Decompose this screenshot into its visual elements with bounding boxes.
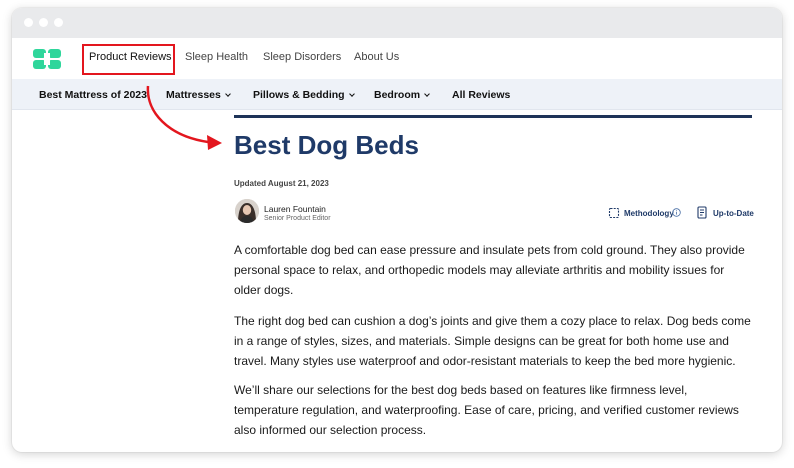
nav-sleep-health[interactable]: Sleep Health: [185, 51, 248, 63]
subnav-pillows-label: Pillows & Bedding: [253, 89, 345, 101]
updated-date: Updated August 21, 2023: [234, 179, 329, 188]
methodology-link[interactable]: Methodology: [624, 209, 674, 218]
article-paragraph-2: The right dog bed can cushion a dog’s jo…: [234, 314, 751, 368]
window-minimize-dot[interactable]: [39, 18, 48, 27]
methodology-icon: [608, 207, 620, 219]
author-avatar[interactable]: [235, 199, 259, 223]
title-rule: [234, 115, 752, 118]
nav-about-us[interactable]: About Us: [354, 51, 399, 63]
info-icon[interactable]: [672, 208, 681, 217]
up-to-date-link[interactable]: Up-to-Date: [713, 209, 754, 218]
page-title: Best Dog Beds: [234, 130, 419, 160]
chevron-down-icon: [424, 91, 430, 97]
subnav-bedroom[interactable]: Bedroom: [374, 89, 430, 101]
window-close-dot[interactable]: [24, 18, 33, 27]
chevron-down-icon: [348, 91, 355, 97]
subnav-pillows-bedding[interactable]: Pillows & Bedding: [253, 89, 355, 101]
window-maximize-dot[interactable]: [54, 18, 63, 27]
author-name[interactable]: Lauren Fountain: [264, 204, 326, 214]
author-role: Senior Product Editor: [264, 215, 331, 222]
brand-logo-icon[interactable]: [33, 49, 61, 69]
subnav-bedroom-label: Bedroom: [374, 89, 421, 101]
sub-navigation: Best Mattress of 2023 Mattresses Pillows…: [12, 79, 782, 110]
subnav-all-reviews[interactable]: All Reviews: [452, 89, 510, 101]
article-paragraph-3: We’ll share our selections for the best …: [234, 383, 739, 437]
chevron-down-icon: [225, 91, 231, 97]
nav-sleep-disorders[interactable]: Sleep Disorders: [263, 51, 341, 63]
subnav-mattresses-label: Mattresses: [166, 89, 221, 101]
highlight-box: [82, 44, 175, 75]
subnav-best-mattress[interactable]: Best Mattress of 2023: [39, 89, 147, 101]
window-titlebar: [12, 8, 782, 38]
subnav-mattresses[interactable]: Mattresses: [166, 89, 231, 101]
article-paragraph-1: A comfortable dog bed can ease pressure …: [234, 243, 745, 297]
top-navigation: Product Reviews Sleep Health Sleep Disor…: [12, 38, 782, 79]
avatar-photo: [235, 199, 259, 223]
document-check-icon: [697, 206, 707, 219]
browser-window: Product Reviews Sleep Health Sleep Disor…: [12, 8, 782, 452]
